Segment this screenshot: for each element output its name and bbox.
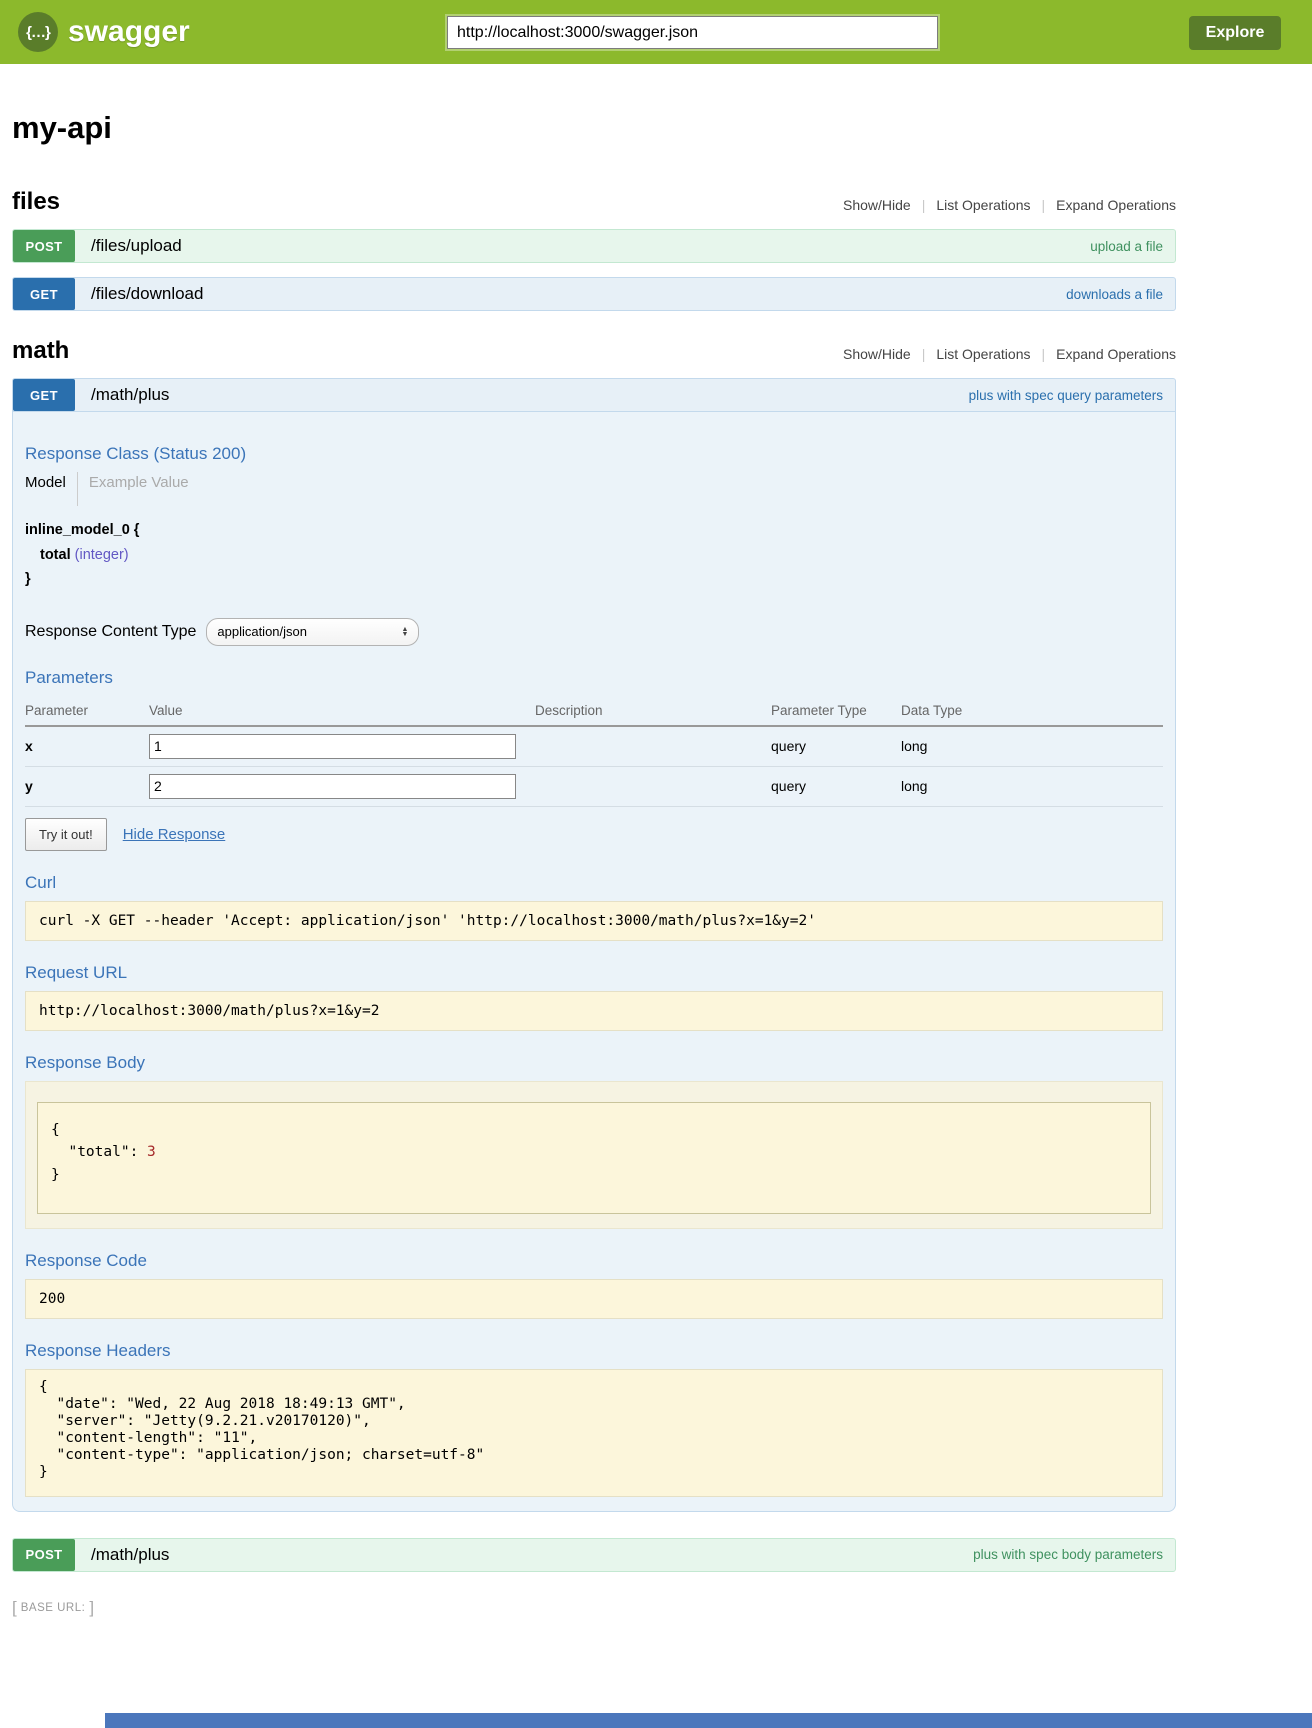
operation-path[interactable]: /files/upload bbox=[91, 230, 182, 262]
model-open-brace: inline_model_0 { bbox=[25, 518, 1163, 543]
tab-divider bbox=[77, 472, 78, 506]
param-data-type: long bbox=[901, 766, 1163, 806]
model-property-type: (integer) bbox=[75, 547, 129, 563]
param-description bbox=[535, 726, 771, 767]
base-url-footer: [ BASE URL: ] bbox=[12, 1598, 1176, 1618]
top-bar: {…} swagger Explore bbox=[0, 0, 1312, 64]
selected-content-type: application/json bbox=[217, 624, 307, 639]
operation-summary[interactable]: downloads a file bbox=[1066, 278, 1163, 310]
curl-heading: Curl bbox=[25, 873, 1163, 893]
tab-example-value[interactable]: Example Value bbox=[89, 472, 189, 506]
request-url: http://localhost:3000/math/plus?x=1&y=2 bbox=[25, 991, 1163, 1031]
operation-summary[interactable]: plus with spec query parameters bbox=[969, 379, 1163, 411]
expand-operations-link[interactable]: Expand Operations bbox=[1056, 346, 1176, 362]
method-badge-post: POST bbox=[13, 230, 75, 262]
response-body-json: { "total": 3 } bbox=[37, 1102, 1151, 1214]
column-header-value: Value bbox=[149, 696, 535, 726]
operation-detail-panel: Response Class (Status 200) Model Exampl… bbox=[12, 412, 1176, 1512]
param-y-input[interactable] bbox=[149, 774, 516, 799]
response-code-heading: Response Code bbox=[25, 1251, 1163, 1271]
param-type: query bbox=[771, 766, 901, 806]
column-header-parameter-type: Parameter Type bbox=[771, 696, 901, 726]
method-badge-get: GET bbox=[13, 278, 75, 310]
select-arrows-icon: ▲ ▼ bbox=[401, 627, 408, 637]
section-title-math[interactable]: math bbox=[12, 337, 69, 365]
bracket-open: [ bbox=[12, 1598, 17, 1618]
response-body-heading: Response Body bbox=[25, 1053, 1163, 1073]
bottom-bar bbox=[105, 1713, 1312, 1728]
column-header-data-type: Data Type bbox=[901, 696, 1163, 726]
response-content-type-select[interactable]: application/json ▲ ▼ bbox=[206, 618, 419, 646]
model-tabs: Model Example Value bbox=[25, 472, 1163, 506]
operation-path[interactable]: /math/plus bbox=[91, 379, 169, 411]
link-separator: | bbox=[1042, 197, 1046, 213]
spec-url-input[interactable] bbox=[447, 16, 938, 49]
operation-summary[interactable]: upload a file bbox=[1090, 230, 1163, 262]
parameters-heading: Parameters bbox=[25, 668, 1163, 688]
page-title: my-api bbox=[12, 110, 1176, 146]
response-headers-heading: Response Headers bbox=[25, 1341, 1163, 1361]
param-name: y bbox=[25, 766, 149, 806]
model-property-name: total bbox=[40, 547, 71, 563]
operation-row-files-download[interactable]: GET /files/download downloads a file bbox=[12, 277, 1176, 311]
operation-row-math-plus-post[interactable]: POST /math/plus plus with spec body para… bbox=[12, 1538, 1176, 1572]
bracket-close: ] bbox=[89, 1598, 94, 1618]
model-close-brace: } bbox=[25, 567, 1163, 592]
brand-title: swagger bbox=[68, 15, 190, 49]
request-url-heading: Request URL bbox=[25, 963, 1163, 983]
response-class-heading: Response Class (Status 200) bbox=[25, 444, 1163, 464]
operation-summary[interactable]: plus with spec body parameters bbox=[973, 1539, 1163, 1571]
table-row-param-x: x query long bbox=[25, 726, 1163, 767]
table-row-param-y: y query long bbox=[25, 766, 1163, 806]
link-separator: | bbox=[1042, 346, 1046, 362]
expand-operations-link[interactable]: Expand Operations bbox=[1056, 197, 1176, 213]
math-section-header: math Show/Hide | List Operations | Expan… bbox=[12, 337, 1176, 365]
param-data-type: long bbox=[901, 726, 1163, 767]
show-hide-link[interactable]: Show/Hide bbox=[843, 197, 911, 213]
method-badge-get: GET bbox=[13, 379, 75, 411]
operation-row-files-upload[interactable]: POST /files/upload upload a file bbox=[12, 229, 1176, 263]
response-content-type-label: Response Content Type bbox=[25, 623, 196, 641]
operation-path[interactable]: /math/plus bbox=[91, 1539, 169, 1571]
parameters-table: Parameter Value Description Parameter Ty… bbox=[25, 696, 1163, 807]
link-separator: | bbox=[922, 346, 926, 362]
try-it-out-button[interactable]: Try it out! bbox=[25, 818, 107, 851]
param-description bbox=[535, 766, 771, 806]
column-header-parameter: Parameter bbox=[25, 696, 149, 726]
param-name: x bbox=[25, 726, 149, 767]
response-body-block: { "total": 3 } bbox=[25, 1081, 1163, 1229]
swagger-logo[interactable]: {…} swagger bbox=[18, 12, 190, 52]
show-hide-link[interactable]: Show/Hide bbox=[843, 346, 911, 362]
curl-command: curl -X GET --header 'Accept: applicatio… bbox=[25, 901, 1163, 941]
param-x-input[interactable] bbox=[149, 734, 516, 759]
response-code: 200 bbox=[25, 1279, 1163, 1319]
swagger-logo-icon: {…} bbox=[18, 12, 58, 52]
response-headers: { "date": "Wed, 22 Aug 2018 18:49:13 GMT… bbox=[25, 1369, 1163, 1497]
base-url-label: BASE URL: bbox=[21, 1602, 86, 1614]
operation-row-math-plus-get[interactable]: GET /math/plus plus with spec query para… bbox=[12, 378, 1176, 412]
json-number-value: 3 bbox=[147, 1144, 156, 1160]
list-operations-link[interactable]: List Operations bbox=[936, 346, 1030, 362]
list-operations-link[interactable]: List Operations bbox=[936, 197, 1030, 213]
param-type: query bbox=[771, 726, 901, 767]
link-separator: | bbox=[922, 197, 926, 213]
method-badge-post: POST bbox=[13, 1539, 75, 1571]
explore-button[interactable]: Explore bbox=[1189, 16, 1281, 50]
tab-model[interactable]: Model bbox=[25, 472, 66, 506]
files-section-header: files Show/Hide | List Operations | Expa… bbox=[12, 188, 1176, 216]
operation-path[interactable]: /files/download bbox=[91, 278, 203, 310]
hide-response-link[interactable]: Hide Response bbox=[123, 826, 226, 843]
section-title-files[interactable]: files bbox=[12, 188, 60, 216]
column-header-description: Description bbox=[535, 696, 771, 726]
model-signature: inline_model_0 { total (integer) } bbox=[25, 518, 1163, 592]
